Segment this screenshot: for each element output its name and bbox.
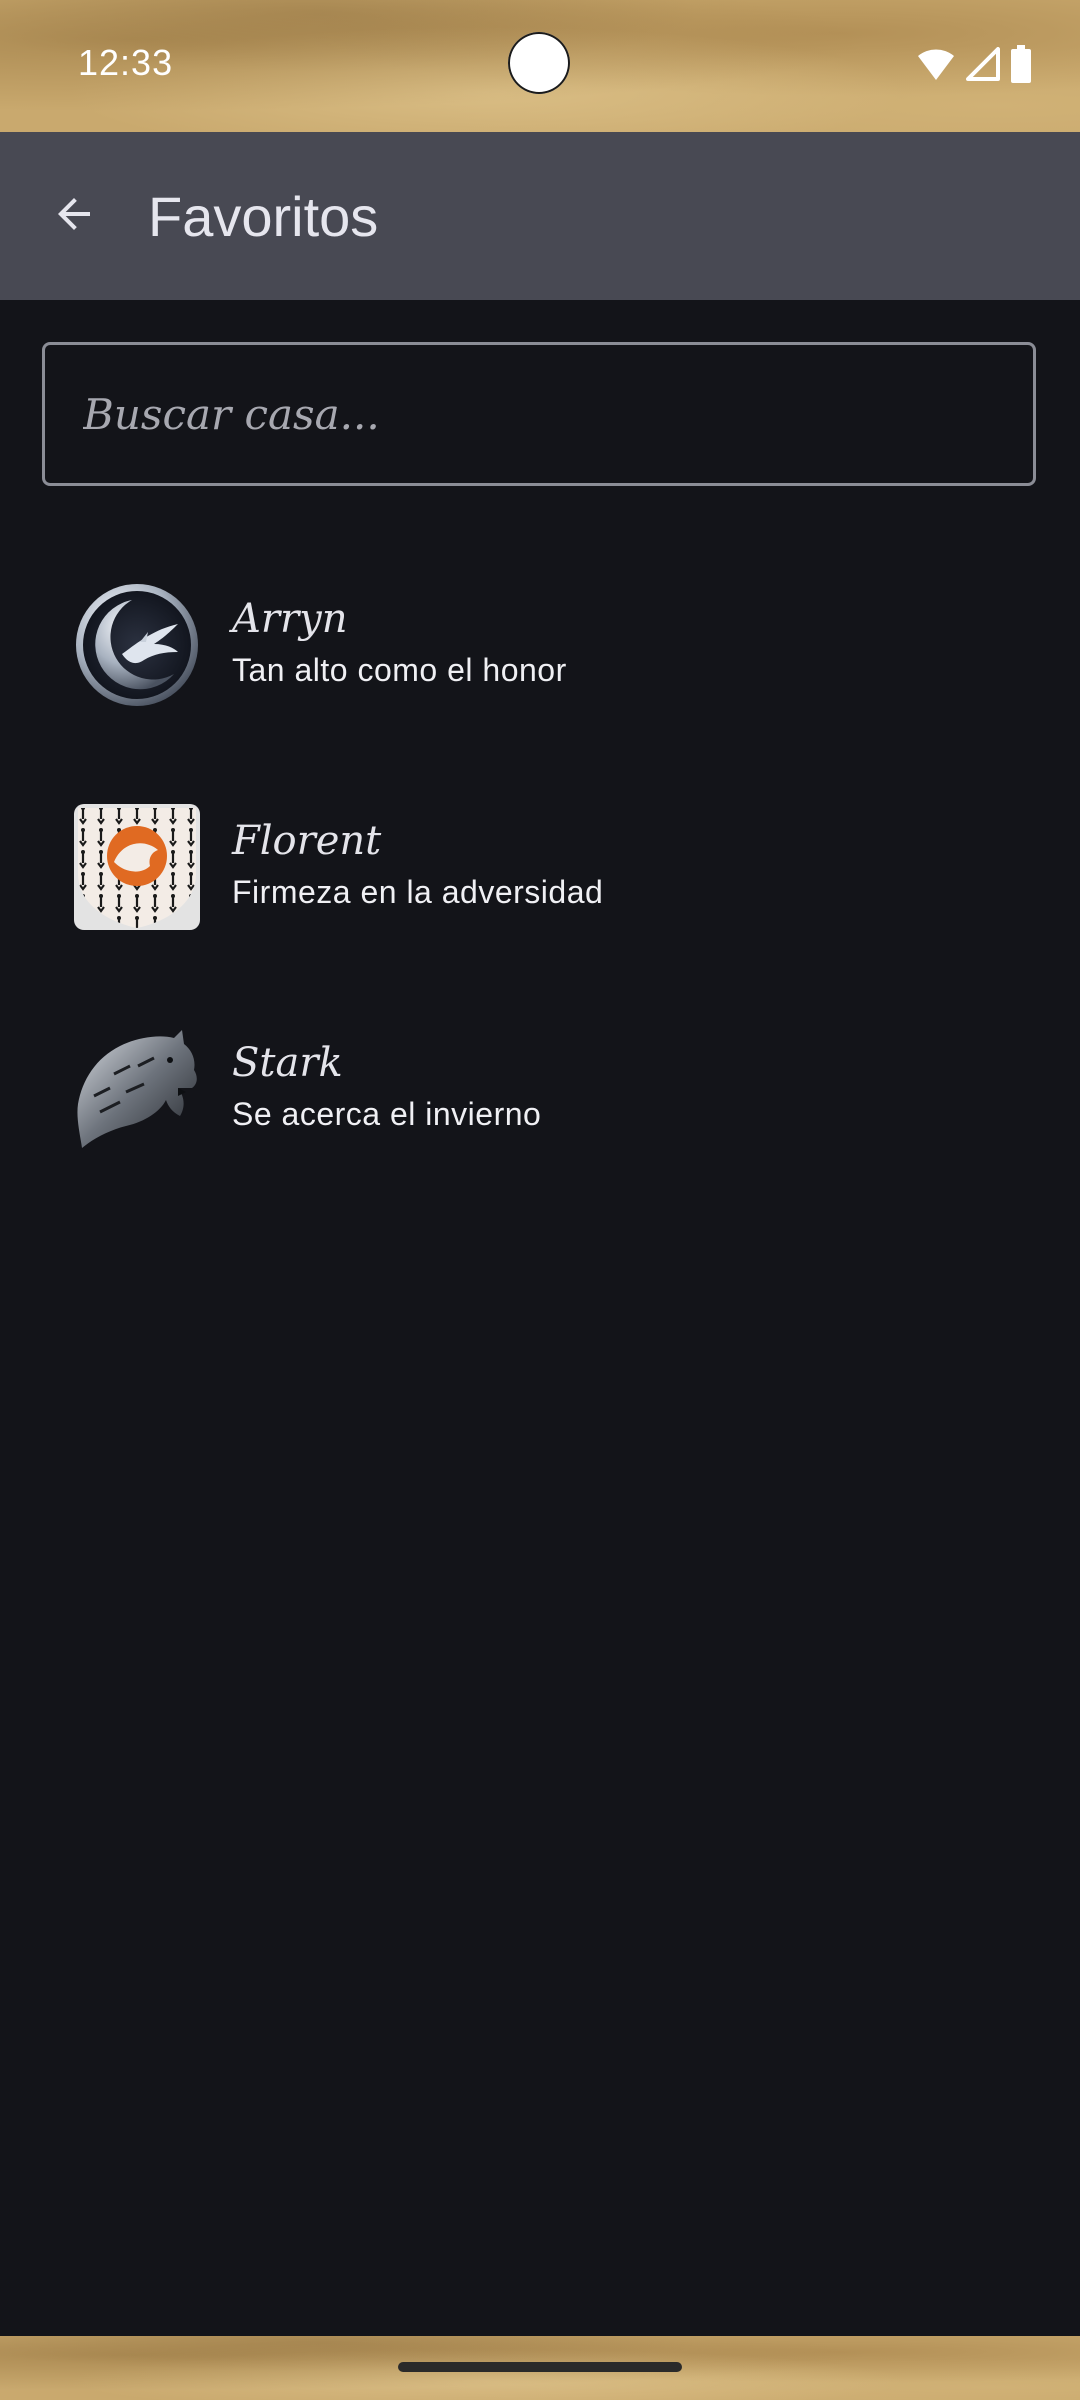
status-icons [916, 44, 1032, 84]
arryn-crest-icon [76, 584, 198, 706]
wifi-icon [918, 49, 954, 80]
page-title: Favoritos [148, 185, 379, 248]
house-motto: Se acerca el invierno [232, 1096, 542, 1132]
back-button[interactable] [38, 178, 110, 250]
favorites-list: Arryn Tan alto como el honor Florent Fir… [0, 540, 1080, 1206]
navigation-bar [0, 2336, 1080, 2400]
list-item[interactable]: Florent Firmeza en la adversidad [0, 762, 1080, 984]
house-name: Florent [232, 818, 382, 864]
app-bar: Favoritos [0, 132, 1080, 300]
status-bar: 12:33 [0, 0, 1080, 132]
stark-crest-icon [77, 1030, 197, 1148]
status-time: 12:33 [78, 42, 174, 83]
list-item[interactable]: Arryn Tan alto como el honor [0, 540, 1080, 762]
search-input[interactable] [42, 342, 1036, 486]
house-name: Arryn [232, 596, 348, 642]
house-motto: Firmeza en la adversidad [232, 874, 604, 910]
list-item[interactable]: Stark Se acerca el invierno [0, 984, 1080, 1206]
arrow-back-icon [58, 198, 90, 230]
cellular-signal-icon [966, 47, 1000, 81]
battery-icon [1011, 45, 1031, 83]
house-name: Stark [232, 1040, 343, 1086]
home-gesture-handle[interactable] [398, 2362, 682, 2372]
house-motto: Tan alto como el honor [232, 652, 567, 688]
florent-crest-icon [74, 804, 200, 930]
front-camera-cutout [508, 32, 570, 94]
